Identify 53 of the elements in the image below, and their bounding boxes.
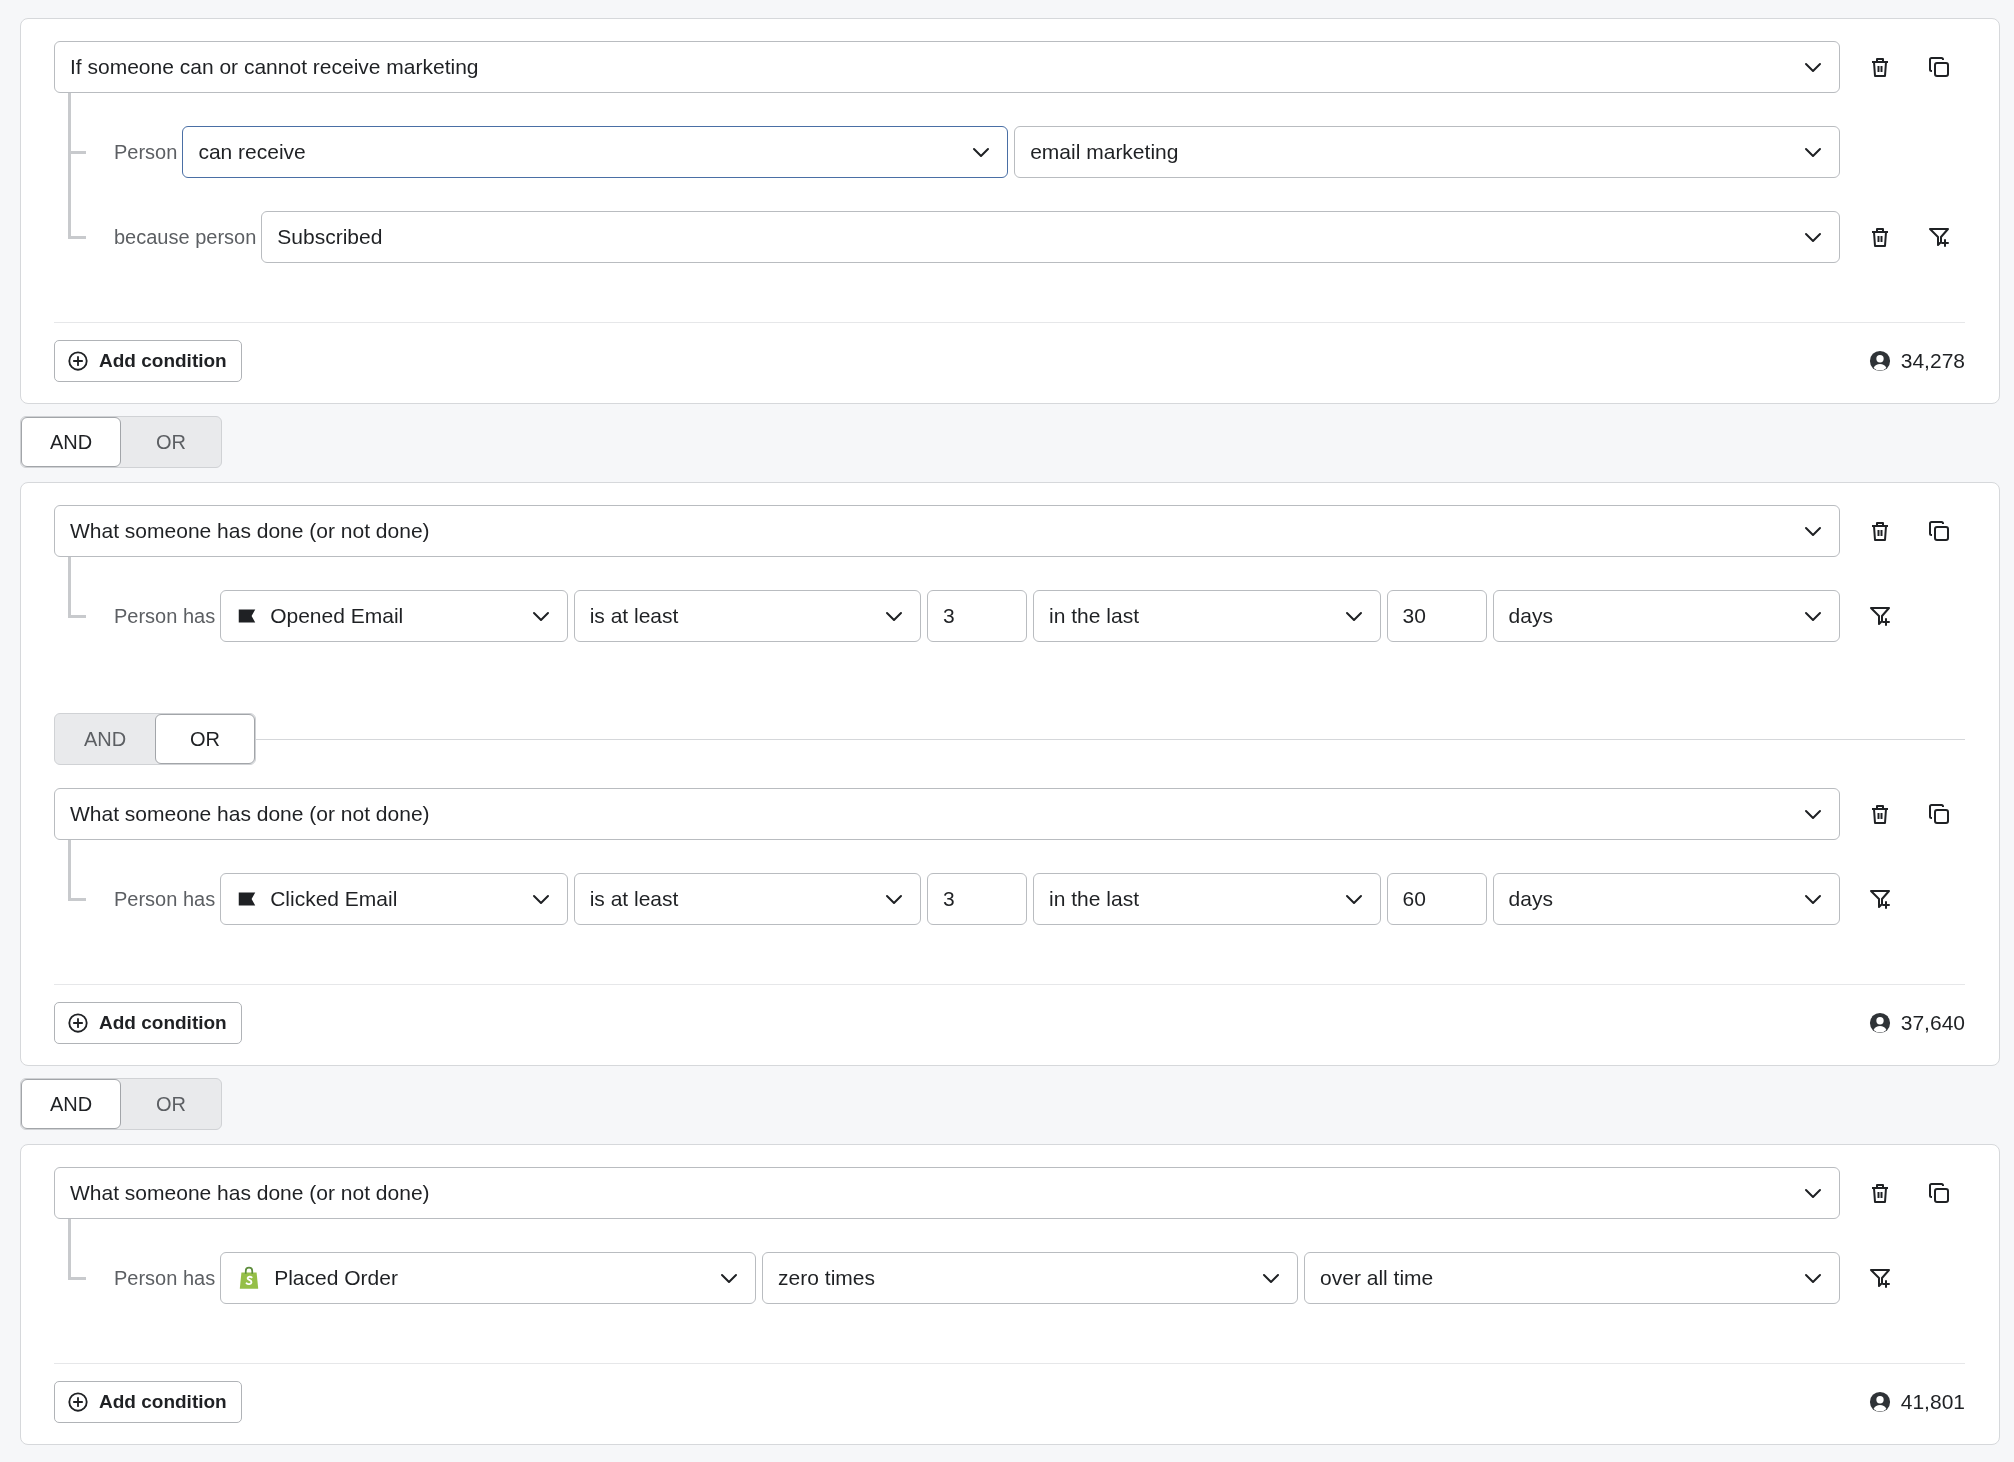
dropdown[interactable]: Clicked Email <box>220 873 568 925</box>
operator-option[interactable]: AND <box>21 417 121 467</box>
profile-count: 41,801 <box>1900 1389 1965 1416</box>
operator-option[interactable]: OR <box>121 1079 221 1129</box>
filter-plus-icon[interactable] <box>1868 887 1892 911</box>
person-icon <box>1868 1391 1891 1413</box>
add-condition-button[interactable]: Add condition <box>54 1381 242 1423</box>
dropdown[interactable]: email marketing <box>1014 126 1840 178</box>
profile-count: 34,278 <box>1900 348 1965 375</box>
person-icon <box>1868 350 1891 372</box>
filter-plus-icon[interactable] <box>1868 604 1892 628</box>
add-condition-button[interactable]: Add condition <box>54 1002 242 1044</box>
copy-icon[interactable] <box>1927 519 1951 543</box>
field-label: because person <box>114 225 257 250</box>
operator-option[interactable]: AND <box>55 714 155 764</box>
dropdown[interactable]: Subscribed <box>261 211 1840 263</box>
copy-icon[interactable] <box>1927 1181 1951 1205</box>
dropdown[interactable]: If someone can or cannot receive marketing <box>54 41 1840 93</box>
add-condition-button[interactable]: Add condition <box>54 340 242 382</box>
plus-circle-icon <box>67 350 89 372</box>
plus-circle-icon <box>67 1012 89 1034</box>
copy-icon[interactable] <box>1927 55 1951 79</box>
dropdown[interactable]: What someone has done (or not done) <box>54 788 1840 840</box>
dropdown[interactable]: Opened Email <box>220 590 568 642</box>
dropdown[interactable]: is at least <box>573 873 922 925</box>
profile-count: 37,640 <box>1900 1010 1965 1037</box>
dropdown[interactable]: is at least <box>573 590 922 642</box>
dropdown[interactable]: What someone has done (or not done) <box>54 505 1840 557</box>
person-icon <box>1868 1012 1891 1034</box>
field-label: Person has <box>114 887 216 912</box>
dropdown[interactable]: Placed Order <box>220 1252 757 1304</box>
field-label: Person <box>114 140 178 165</box>
operator-option[interactable]: OR <box>121 417 221 467</box>
dropdown[interactable]: over all time <box>1304 1252 1840 1304</box>
dropdown[interactable]: in the last <box>1033 590 1381 642</box>
plus-circle-icon <box>67 1391 89 1413</box>
number-input[interactable]: 3 <box>927 590 1028 642</box>
dropdown[interactable]: can receive <box>182 126 1009 178</box>
dropdown[interactable]: days <box>1492 590 1840 642</box>
copy-icon[interactable] <box>1927 802 1951 826</box>
dropdown[interactable]: What someone has done (or not done) <box>54 1167 1840 1219</box>
dropdown[interactable]: in the last <box>1033 873 1381 925</box>
number-input[interactable]: 30 <box>1386 590 1487 642</box>
filter-plus-icon[interactable] <box>1868 1266 1892 1290</box>
field-label: Person has <box>114 604 216 629</box>
number-input[interactable]: 60 <box>1386 873 1487 925</box>
number-input[interactable]: 3 <box>927 873 1028 925</box>
filter-plus-icon[interactable] <box>1927 225 1951 249</box>
dropdown[interactable]: days <box>1492 873 1840 925</box>
operator-option[interactable]: AND <box>21 1079 121 1129</box>
field-label: Person has <box>114 1266 216 1291</box>
dropdown[interactable]: zero times <box>762 1252 1299 1304</box>
operator-option[interactable]: OR <box>155 714 255 764</box>
